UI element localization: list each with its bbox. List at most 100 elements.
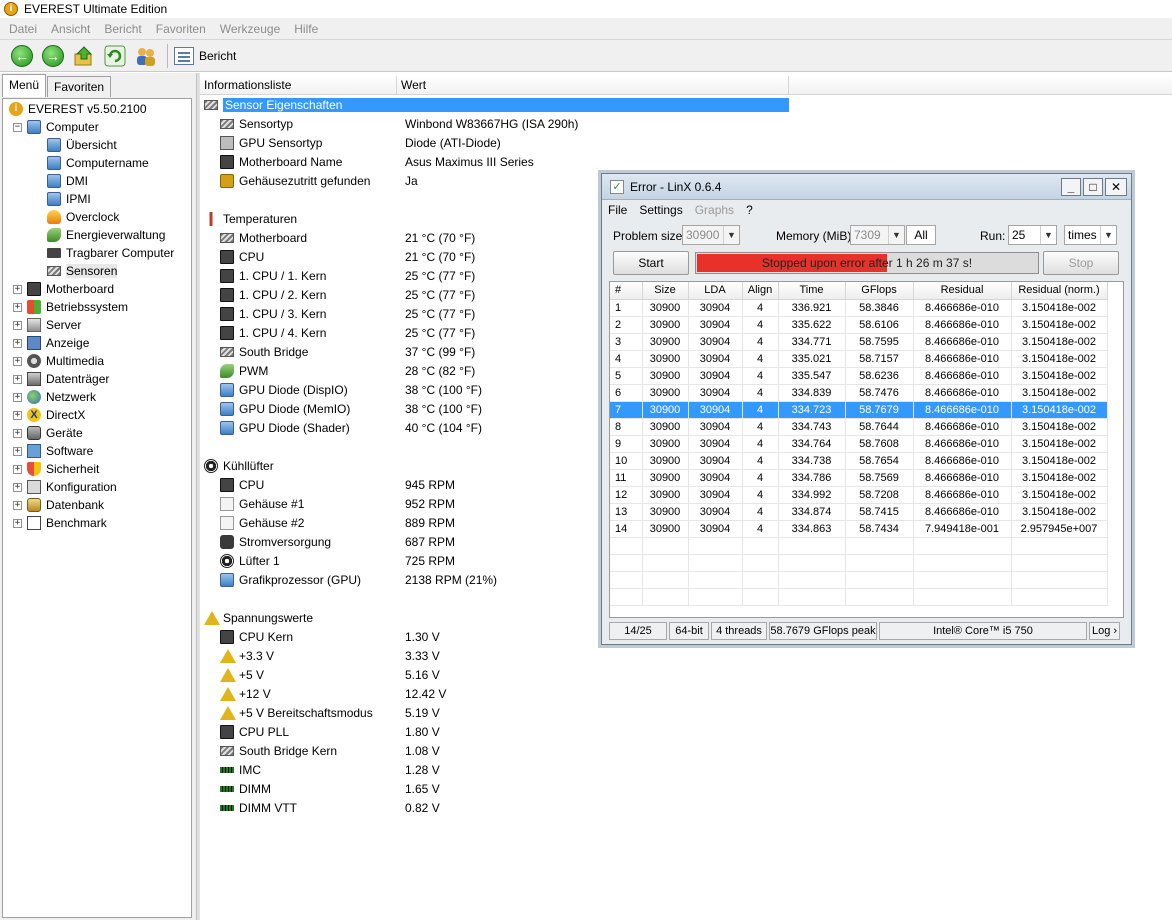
list-row[interactable]: South Bridge Kern 1.08 V xyxy=(200,741,1172,760)
col-header-size[interactable]: Size xyxy=(642,282,689,300)
menu-bericht[interactable]: Bericht xyxy=(97,22,148,36)
expand-icon[interactable]: + xyxy=(13,302,22,312)
tree-item-sensoren[interactable]: Sensoren xyxy=(3,262,191,280)
list-row-sensor-header[interactable]: Sensor Eigenschaften xyxy=(200,95,789,114)
expand-icon[interactable]: + xyxy=(13,392,22,402)
list-row[interactable]: +5 V Bereitschaftsmodus 5.19 V xyxy=(200,703,1172,722)
results-row[interactable]: 3 30900 30904 4 334.771 58.7595 8.466686e-010 3… xyxy=(610,333,1108,351)
col-header-residual-norm[interactable]: Residual (norm.) xyxy=(1011,282,1108,300)
results-row[interactable]: 7 30900 30904 4 334.723 58.7679 8.466686e-010 3… xyxy=(610,401,1108,419)
tree-item-computername[interactable]: Computername xyxy=(3,154,191,172)
menu-favoriten[interactable]: Favoriten xyxy=(149,22,213,36)
tab-favoriten[interactable]: Favoriten xyxy=(47,76,112,97)
run-unit-select[interactable]: times ▼ xyxy=(1064,225,1117,245)
menu-ansicht[interactable]: Ansicht xyxy=(44,22,97,36)
refresh-button[interactable] xyxy=(103,44,127,68)
tree-item-server[interactable]: + Server xyxy=(3,316,191,334)
menu-hilfe[interactable]: Hilfe xyxy=(287,22,325,36)
list-row[interactable]: Motherboard Name Asus Maximus III Series xyxy=(200,152,1172,171)
list-row[interactable]: GPU Sensortyp Diode (ATI-Diode) xyxy=(200,133,1172,152)
results-row[interactable]: 1 30900 30904 4 336.921 58.3846 8.466686e-010 3… xyxy=(610,299,1108,317)
start-button[interactable]: Start xyxy=(613,251,689,275)
expand-icon[interactable]: + xyxy=(13,482,22,492)
tree-item-root[interactable]: i EVEREST v5.50.2100 xyxy=(3,100,191,118)
close-button[interactable]: ✕ xyxy=(1105,177,1127,196)
results-row[interactable]: 2 30900 30904 4 335.622 58.6106 8.466686e-010 3… xyxy=(610,316,1108,334)
tree-item-dmi[interactable]: DMI xyxy=(3,172,191,190)
results-row[interactable]: 6 30900 30904 4 334.839 58.7476 8.466686e-010 3… xyxy=(610,384,1108,402)
results-row[interactable]: 13 30900 30904 4 334.874 58.7415 8.466686e-010… xyxy=(610,503,1108,521)
column-header-value[interactable]: Wert xyxy=(397,76,789,95)
expand-icon[interactable]: + xyxy=(13,374,22,384)
linx-menu-file[interactable]: File xyxy=(608,203,627,217)
expand-icon[interactable]: + xyxy=(13,338,22,348)
results-row[interactable]: 5 30900 30904 4 335.547 58.6236 8.466686e-010 3… xyxy=(610,367,1108,385)
tree-item-overclock[interactable]: Overclock xyxy=(3,208,191,226)
tree-item-directx[interactable]: + X DirectX xyxy=(3,406,191,424)
expand-icon[interactable]: + xyxy=(13,500,22,510)
tree-item-geraete[interactable]: + Geräte xyxy=(3,424,191,442)
collapse-icon[interactable]: − xyxy=(13,122,22,132)
report-button[interactable]: Bericht xyxy=(174,46,236,65)
list-row[interactable]: +3.3 V 3.33 V xyxy=(200,646,1172,665)
expand-icon[interactable]: + xyxy=(13,464,22,474)
results-row[interactable]: 14 30900 30904 4 334.863 58.7434 7.949418e-001… xyxy=(610,520,1108,538)
tree-item-multimedia[interactable]: + Multimedia xyxy=(3,352,191,370)
log-button[interactable]: Log › xyxy=(1089,622,1120,640)
list-row[interactable]: DIMM VTT 0.82 V xyxy=(200,798,1172,817)
tree-item-software[interactable]: + Software xyxy=(3,442,191,460)
list-row[interactable]: CPU PLL 1.80 V xyxy=(200,722,1172,741)
tree-item-ipmi[interactable]: IPMI xyxy=(3,190,191,208)
tree-item-datentraeger[interactable]: + Datenträger xyxy=(3,370,191,388)
expand-icon[interactable]: + xyxy=(13,284,22,294)
tree-item-computer[interactable]: − Computer xyxy=(3,118,191,136)
expand-icon[interactable]: + xyxy=(13,428,22,438)
up-button[interactable] xyxy=(72,44,96,68)
menu-datei[interactable]: Datei xyxy=(2,22,44,36)
maximize-button[interactable]: □ xyxy=(1083,177,1103,196)
all-button[interactable]: All xyxy=(906,225,936,245)
minimize-button[interactable]: _ xyxy=(1061,177,1081,196)
col-header-residual[interactable]: Residual xyxy=(913,282,1012,300)
results-row[interactable]: 4 30900 30904 4 335.021 58.7157 8.466686e-010 3… xyxy=(610,350,1108,368)
tree-item-uebersicht[interactable]: Übersicht xyxy=(3,136,191,154)
menu-werkzeuge[interactable]: Werkzeuge xyxy=(213,22,287,36)
col-header-align[interactable]: Align xyxy=(742,282,779,300)
tree-item-tragbarer-computer[interactable]: Tragbarer Computer xyxy=(3,244,191,262)
tree-item-anzeige[interactable]: + Anzeige xyxy=(3,334,191,352)
problem-size-select[interactable]: 30900 ▼ xyxy=(682,225,740,245)
expand-icon[interactable]: + xyxy=(13,320,22,330)
col-header-lda[interactable]: LDA xyxy=(688,282,743,300)
tab-menu[interactable]: Menü xyxy=(2,74,47,97)
linx-menu-help[interactable]: ? xyxy=(746,203,753,217)
list-row[interactable]: +5 V 5.16 V xyxy=(200,665,1172,684)
results-row[interactable]: 9 30900 30904 4 334.764 58.7608 8.466686e-010 3… xyxy=(610,435,1108,453)
tree-item-benchmark[interactable]: + Benchmark xyxy=(3,514,191,532)
expand-icon[interactable]: + xyxy=(13,446,22,456)
list-row[interactable]: Sensortyp Winbond W83667HG (ISA 290h) xyxy=(200,114,1172,133)
col-header-index[interactable]: # xyxy=(610,282,643,300)
memory-select[interactable]: 7309 ▼ xyxy=(850,225,905,245)
list-row[interactable]: DIMM 1.65 V xyxy=(200,779,1172,798)
expand-icon[interactable]: + xyxy=(13,410,22,420)
tree-item-motherboard[interactable]: + Motherboard xyxy=(3,280,191,298)
users-button[interactable] xyxy=(134,44,158,68)
linx-menu-graphs[interactable]: Graphs xyxy=(695,203,734,217)
results-row[interactable]: 8 30900 30904 4 334.743 58.7644 8.466686e-010 3… xyxy=(610,418,1108,436)
tree-item-konfiguration[interactable]: + Konfiguration xyxy=(3,478,191,496)
forward-button[interactable]: → xyxy=(41,44,65,68)
tree-item-netzwerk[interactable]: + Netzwerk xyxy=(3,388,191,406)
col-header-gflops[interactable]: GFlops xyxy=(845,282,914,300)
results-row[interactable]: 12 30900 30904 4 334.992 58.7208 8.466686e-010… xyxy=(610,486,1108,504)
run-count-select[interactable]: 25 ▼ xyxy=(1008,225,1057,245)
tree-item-betriebssystem[interactable]: + Betriebssystem xyxy=(3,298,191,316)
stop-button[interactable]: Stop xyxy=(1043,251,1119,275)
results-row[interactable]: 11 30900 30904 4 334.786 58.7569 8.466686e-010… xyxy=(610,469,1108,487)
linx-title-bar[interactable]: ✓ Error - LinX 0.6.4 _ □ ✕ xyxy=(602,174,1131,200)
col-header-time[interactable]: Time xyxy=(778,282,846,300)
expand-icon[interactable]: + xyxy=(13,518,22,528)
back-button[interactable]: ← xyxy=(10,44,34,68)
tree-item-datenbank[interactable]: + Datenbank xyxy=(3,496,191,514)
tree-item-energieverwaltung[interactable]: Energieverwaltung xyxy=(3,226,191,244)
column-header-info[interactable]: Informationsliste xyxy=(200,76,397,95)
